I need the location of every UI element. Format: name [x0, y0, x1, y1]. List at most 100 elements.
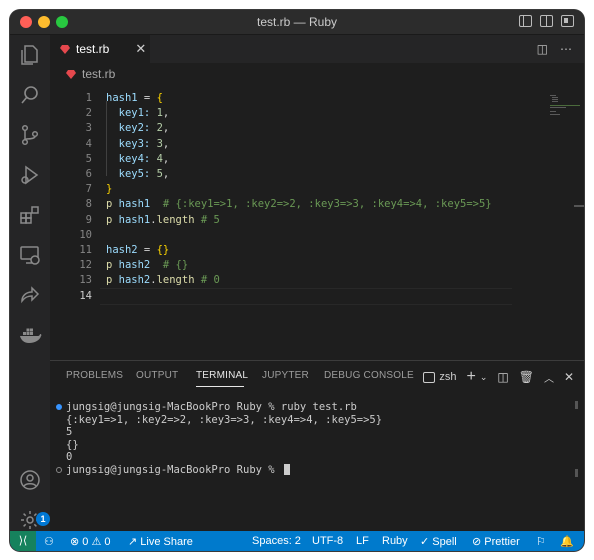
breadcrumb[interactable]: test.rb — [66, 65, 115, 83]
eol-status[interactable]: LF — [356, 535, 369, 547]
run-debug-icon[interactable] — [18, 163, 42, 187]
code-line[interactable]: 12 p hash2 # {} — [50, 258, 510, 273]
branch-icon[interactable]: ⚇ — [44, 535, 54, 548]
live-share-status[interactable]: ↗ Live Share — [128, 535, 193, 548]
code-line[interactable]: 5 key4: 4, — [50, 152, 510, 167]
code-token: {} — [156, 244, 170, 256]
toggle-secondary-sidebar-icon[interactable] — [540, 15, 553, 27]
code-line[interactable]: 8 p hash1 # {:key1=>1, :key2=>2, :key3=>3… — [50, 197, 510, 212]
explorer-icon[interactable] — [18, 43, 42, 67]
close-panel-icon[interactable]: ✕ — [564, 370, 574, 384]
tab-terminal[interactable]: TERMINAL — [196, 370, 248, 381]
prettier-check-icon: ⊘ — [472, 536, 482, 548]
code-line[interactable]: 10 — [50, 228, 510, 243]
code-text: key5: 5, — [106, 167, 170, 182]
code-line[interactable]: 9 p hash1.length # 5 — [50, 213, 510, 228]
line-number: 13 — [79, 274, 92, 287]
error-icon: ⊗ — [70, 536, 80, 548]
code-token: hash2 — [112, 259, 151, 272]
minimap[interactable] — [550, 95, 580, 117]
code-text: p hash2 # {} — [106, 258, 188, 273]
terminal-text: 5 — [66, 426, 73, 438]
terminal-line: 0 — [66, 451, 382, 464]
terminal-text: jungsig@jungsig-MacBookPro Ruby % — [66, 463, 281, 476]
code-line[interactable]: 2 key1: 1, — [50, 106, 510, 121]
terminal-shell-label[interactable]: zsh — [439, 371, 456, 383]
code-token: hash1 — [106, 92, 138, 104]
more-actions-icon[interactable]: ⋯ — [560, 42, 572, 56]
code-text: hash1 = { — [106, 91, 163, 106]
command-decoration-icon[interactable] — [56, 466, 62, 473]
indentation-status[interactable]: Spaces: 2 — [252, 535, 301, 547]
code-text: hash2 = {} — [106, 243, 169, 258]
code-line[interactable]: 13 p hash2.length # 0 — [50, 273, 510, 288]
language-mode-status[interactable]: Ruby — [382, 535, 408, 547]
code-line[interactable]: 11 hash2 = {} — [50, 243, 510, 258]
search-icon[interactable] — [18, 83, 42, 107]
terminal-output[interactable]: jungsig@jungsig-MacBookPro Ruby % ruby t… — [56, 401, 383, 477]
terminal-line: {} — [66, 439, 382, 452]
code-line[interactable]: 3 key2: 2, — [50, 121, 510, 136]
docker-icon[interactable] — [18, 323, 42, 347]
code-token: # 0 — [194, 274, 220, 287]
close-icon[interactable]: ✕ — [135, 41, 146, 57]
code-line[interactable]: 6 key5: 5, — [50, 167, 510, 182]
code-line[interactable]: 14 — [50, 289, 510, 304]
code-text: key1: 1, — [106, 106, 170, 121]
code-line[interactable]: 4 key3: 3, — [50, 137, 510, 152]
code-token: # {:key1=>1, :key2=>2, :key3=>3, :key4=>… — [150, 198, 492, 211]
remote-explorer-icon[interactable] — [18, 243, 42, 267]
accounts-badge: 1 — [36, 512, 50, 526]
activity-bar — [10, 35, 50, 531]
chevron-down-icon[interactable]: ⌄ — [480, 372, 488, 383]
code-line[interactable]: 1 hash1 = { — [50, 91, 510, 106]
line-number: 8 — [85, 198, 92, 211]
code-text: } — [106, 182, 112, 197]
split-editor-icon[interactable]: ◫ — [537, 42, 548, 56]
tab-debug-console[interactable]: DEBUG CONSOLE — [324, 370, 414, 381]
tab-output[interactable]: OUTPUT — [136, 370, 178, 381]
encoding-status[interactable]: UTF-8 — [312, 535, 343, 547]
command-decoration-icon[interactable] — [56, 404, 62, 410]
trash-icon[interactable]: 🗑 — [519, 370, 534, 384]
source-control-icon[interactable] — [18, 123, 42, 147]
feedback-icon[interactable]: ⚐ — [536, 535, 546, 548]
notifications-bell-icon[interactable]: 🔔 — [560, 535, 574, 548]
code-editor[interactable]: 1 hash1 = {2 key1: 1, 3 key2: 2, 4 key3: 3,… — [50, 85, 584, 357]
live-share-icon[interactable] — [18, 283, 42, 307]
error-count: 0 — [82, 536, 89, 548]
code-token: length — [156, 213, 195, 226]
line-number: 7 — [85, 183, 92, 196]
maximize-panel-icon[interactable]: ︿ — [544, 370, 554, 385]
code-token: , — [162, 122, 170, 135]
prettier-status[interactable]: ⊘ Prettier — [472, 535, 520, 548]
accounts-icon[interactable] — [18, 468, 42, 492]
editor-tab-bar: test.rb ✕ ◫ ⋯ — [50, 35, 584, 63]
status-bar: ⟩⟨ ⚇ ⊗ 0 ⚠ 0 ↗ Live Share Spaces: 2 UTF-… — [10, 531, 584, 551]
line-number: 6 — [85, 168, 92, 180]
line-number: 2 — [85, 107, 92, 120]
toggle-primary-sidebar-icon[interactable] — [519, 15, 532, 27]
code-token: length — [156, 274, 195, 287]
code-token: hash1 — [112, 198, 151, 211]
tab-problems[interactable]: PROBLEMS — [66, 370, 123, 381]
terminal-cursor — [283, 464, 290, 475]
code-token: = — [137, 92, 157, 104]
code-token: key4: — [106, 152, 151, 165]
code-line[interactable]: 7} — [50, 182, 510, 197]
terminal-text: 0 — [66, 451, 73, 463]
tab-test-rb[interactable]: test.rb ✕ — [50, 35, 150, 63]
customize-layout-icon[interactable] — [561, 15, 574, 27]
split-terminal-icon[interactable]: ◫ — [497, 370, 508, 384]
tab-jupyter[interactable]: JUPYTER — [262, 370, 309, 381]
terminal-text: {:key1=>1, :key2=>2, :key3=>3, :key4=>4,… — [66, 413, 383, 426]
line-number: 12 — [79, 259, 92, 272]
terminal-line: jungsig@jungsig-MacBookPro Ruby % — [56, 463, 382, 477]
remote-indicator-icon[interactable]: ⟩⟨ — [10, 531, 36, 551]
problems-status[interactable]: ⊗ 0 ⚠ 0 — [70, 535, 111, 548]
terminal-icon — [423, 371, 436, 383]
new-terminal-icon[interactable]: + — [466, 368, 475, 386]
extensions-icon[interactable] — [18, 203, 42, 227]
code-token: , — [162, 107, 170, 120]
spell-status[interactable]: ✓ Spell — [420, 535, 457, 548]
